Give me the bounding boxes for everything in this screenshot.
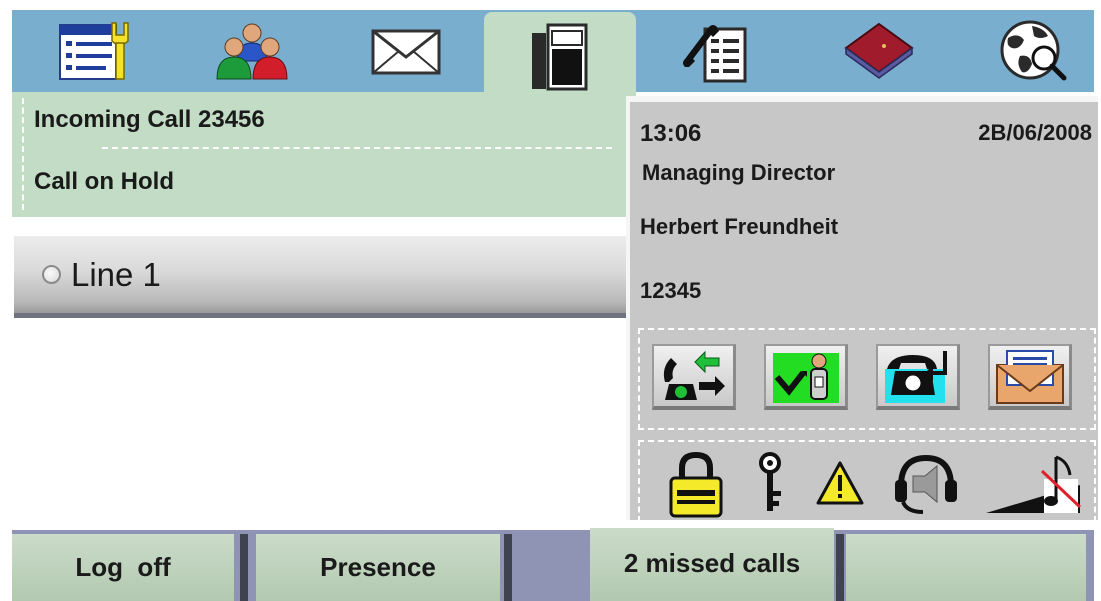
- presence-button[interactable]: Presence: [256, 534, 500, 601]
- transfer-button[interactable]: [764, 344, 848, 410]
- tab-mail[interactable]: [352, 10, 462, 92]
- message-button[interactable]: [988, 344, 1072, 410]
- missed-calls-button[interactable]: 2 missed calls: [590, 528, 834, 601]
- contacts-icon: [216, 23, 288, 80]
- separator: [836, 534, 844, 601]
- caller-name: Herbert Freundheit: [640, 214, 839, 239]
- settings-list-icon: [59, 22, 129, 80]
- message-envelope-icon: [995, 350, 1064, 404]
- dashed-divider: [102, 147, 612, 149]
- call-forward-icon: [663, 350, 725, 400]
- globe-search-icon: [1000, 20, 1067, 81]
- tab-globe-search[interactable]: [978, 10, 1088, 92]
- separator: [240, 534, 248, 601]
- headset-mute-icon: [895, 454, 957, 514]
- ringer-status[interactable]: [978, 442, 1090, 524]
- call-status-area: Incoming Call 23456 Call on Hold: [12, 92, 626, 217]
- callback-button[interactable]: [876, 344, 960, 410]
- missed-calls-label: 2 missed calls: [623, 548, 801, 578]
- call-forward-button[interactable]: [652, 344, 736, 410]
- tab-call-log[interactable]: [660, 10, 770, 92]
- line-status-indicator: [42, 265, 61, 284]
- call-log-icon: [683, 25, 747, 83]
- phonebook-icon: [844, 22, 914, 79]
- ringer-volume-off-icon: [986, 455, 1082, 513]
- bottom-button-bar: Log off Presence 2 missed calls: [12, 528, 1094, 601]
- status-icons-group: [638, 440, 1096, 522]
- caller-title: Managing Director: [642, 160, 836, 185]
- empty-softkey-button[interactable]: [846, 534, 1086, 601]
- caller-details-panel: 13:06 2B/06/2008 Managing Director Herbe…: [626, 96, 1098, 522]
- clock-time: 13:06: [640, 120, 702, 147]
- tab-settings[interactable]: [42, 10, 152, 92]
- line-label: Line 1: [71, 255, 161, 293]
- incoming-call-text[interactable]: Incoming Call 23456: [34, 106, 265, 134]
- lock-status[interactable]: [660, 442, 732, 524]
- key-status[interactable]: [744, 442, 796, 524]
- call-actions-group: [638, 328, 1096, 430]
- mail-icon: [371, 29, 441, 75]
- lock-icon: [669, 452, 723, 518]
- caller-number: 12345: [640, 278, 702, 303]
- line-1-button[interactable]: Line 1: [14, 236, 626, 318]
- warning-icon: [816, 461, 864, 505]
- presence-label: Presence: [320, 552, 436, 582]
- callback-icon: [884, 351, 947, 403]
- tab-contacts[interactable]: [197, 10, 307, 92]
- date: 2B/06/2008: [978, 120, 1092, 145]
- dashed-divider: [22, 98, 24, 210]
- headset-status[interactable]: [886, 442, 966, 524]
- tab-phonebook[interactable]: [824, 10, 934, 92]
- top-tab-bar: [12, 10, 1094, 102]
- log-off-button[interactable]: Log off: [12, 534, 234, 601]
- separator: [504, 534, 512, 601]
- key-icon: [759, 452, 781, 511]
- call-on-hold-text[interactable]: Call on Hold: [34, 168, 174, 196]
- transfer-to-person-icon: [772, 353, 839, 403]
- tab-phone[interactable]: [484, 12, 636, 102]
- log-off-label: Log off: [75, 552, 171, 582]
- warning-status[interactable]: [810, 442, 870, 524]
- phone-icon: [532, 23, 588, 91]
